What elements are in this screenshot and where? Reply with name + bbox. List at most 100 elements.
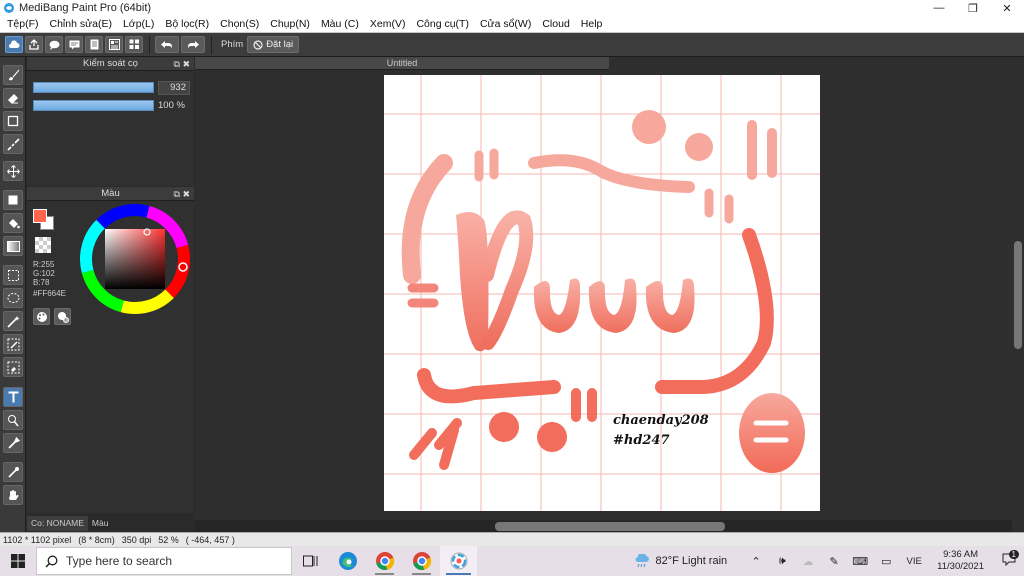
transparent-color-swatch[interactable] <box>35 237 51 253</box>
keyboard-icon[interactable]: ⌨ <box>849 555 871 568</box>
task-view-icon <box>302 555 317 567</box>
menu-color[interactable]: Màu (C) <box>316 18 365 30</box>
text-tool[interactable] <box>3 387 23 407</box>
brush-opacity-slider[interactable] <box>33 100 154 111</box>
canvas-cm-status: (8 * 8cm) <box>78 534 115 545</box>
hand-tool[interactable] <box>3 485 23 505</box>
menu-select[interactable]: Chọn(S) <box>215 18 265 30</box>
close-button[interactable]: ✕ <box>990 0 1024 16</box>
select-pen-icon <box>7 338 19 350</box>
comment-button[interactable] <box>45 36 63 53</box>
lasso-tool[interactable] <box>3 288 23 308</box>
chrome-profile-taskbar-button[interactable] <box>403 546 440 576</box>
panel-popout-close-icons[interactable]: ⧉ ✖ <box>174 57 190 71</box>
redo-button[interactable] <box>181 36 205 53</box>
menu-edit[interactable]: Chỉnh sửa(E) <box>45 18 118 30</box>
operation-tool[interactable] <box>3 410 23 430</box>
language-indicator[interactable]: VIE <box>901 556 927 567</box>
cloud-sync-button[interactable] <box>5 36 23 53</box>
chrome-icon <box>375 552 394 571</box>
palette-button[interactable] <box>33 308 50 325</box>
drawing-canvas[interactable]: chaenday208 #hd247 <box>384 75 820 511</box>
brush-size-value[interactable]: 932 <box>158 81 190 95</box>
color-wheel[interactable] <box>79 203 191 315</box>
select-tool[interactable] <box>3 265 23 285</box>
gradient-tool[interactable] <box>3 236 23 256</box>
select-pen-tool[interactable] <box>3 334 23 354</box>
palette-settings-button[interactable] <box>54 308 71 325</box>
menu-view[interactable]: Xem(V) <box>365 18 412 30</box>
eraser-icon <box>7 93 18 103</box>
share-button[interactable] <box>25 36 43 53</box>
edge-taskbar-button[interactable] <box>329 546 366 576</box>
windows-logo-icon <box>11 554 25 568</box>
medibang-taskbar-button[interactable] <box>440 546 477 576</box>
chevron-up-icon[interactable]: ⌃ <box>745 555 767 568</box>
panel-popout-close-icons[interactable]: ⧉ ✖ <box>174 187 190 201</box>
dot-brush-tool[interactable] <box>3 134 23 154</box>
notification-center-icon[interactable]: 1 <box>994 550 1024 569</box>
zoom-dropper-tool[interactable] <box>3 462 23 482</box>
menu-window[interactable]: Cửa sổ(W) <box>475 18 537 30</box>
eyedropper-tool[interactable] <box>3 433 23 453</box>
undo-button[interactable] <box>155 36 179 53</box>
task-view-button[interactable] <box>292 546 329 576</box>
color-tab[interactable]: Màu <box>88 516 113 531</box>
message-button[interactable] <box>65 36 83 53</box>
color-panel: Màu ⧉ ✖ R:255 G:102 B:78 #FF664E <box>27 187 194 513</box>
move-tool[interactable] <box>3 161 23 181</box>
vertical-scrollbar[interactable] <box>1012 71 1024 520</box>
horizontal-scrollbar[interactable] <box>195 520 1012 532</box>
minimize-button[interactable]: — <box>922 0 956 16</box>
shape-tool[interactable] <box>3 111 23 131</box>
window-title: MediBang Paint Pro (64bit) <box>19 2 152 14</box>
rgb-readout: R:255 G:102 B:78 <box>33 260 55 287</box>
bucket-tool[interactable] <box>3 213 23 233</box>
menu-snap[interactable]: Chụp(N) <box>265 18 316 30</box>
document-icon <box>90 39 98 50</box>
brush-panel-title: Kiểm soát cọ <box>83 58 138 69</box>
brush-tool[interactable] <box>3 65 23 85</box>
horizontal-scroll-thumb[interactable] <box>495 522 725 531</box>
status-bar: 1102 * 1102 pixel (8 * 8cm) 350 dpi 52 %… <box>0 532 1024 546</box>
document-tab[interactable]: Untitled <box>195 57 609 70</box>
menu-filter[interactable]: Bộ lọc(R) <box>160 18 215 30</box>
brush-size-slider[interactable] <box>33 82 154 93</box>
menu-file[interactable]: Tệp(F) <box>2 18 45 30</box>
weather-widget[interactable]: 82°F Light rain <box>634 554 727 568</box>
clock-date: 11/30/2021 <box>937 561 984 572</box>
medibang-app-icon <box>4 3 14 13</box>
fill-rect-tool[interactable] <box>3 190 23 210</box>
menu-layer[interactable]: Lớp(L) <box>118 18 160 30</box>
start-button[interactable] <box>0 546 36 576</box>
layout-button[interactable] <box>105 36 123 53</box>
speaker-icon[interactable]: 🕪 <box>771 555 793 568</box>
menu-help[interactable]: Help <box>576 18 609 30</box>
select-eraser-tool[interactable] <box>3 357 23 377</box>
reset-button[interactable]: Đặt lại <box>247 36 300 53</box>
document-button[interactable] <box>85 36 103 53</box>
foreground-color-swatch[interactable] <box>33 209 47 223</box>
pen-icon[interactable]: ✎ <box>823 555 845 568</box>
canvas-artwork: chaenday208 #hd247 <box>384 75 820 511</box>
restore-button[interactable]: ❐ <box>956 0 990 16</box>
vertical-scroll-thumb[interactable] <box>1014 241 1022 349</box>
brush-name-tab[interactable]: Co: NONAME <box>27 516 88 531</box>
red-value: R:255 <box>33 260 55 269</box>
menu-tools[interactable]: Công cụ(T) <box>411 18 475 30</box>
chrome-taskbar-button[interactable] <box>366 546 403 576</box>
search-icon <box>45 555 58 568</box>
eraser-tool[interactable] <box>3 88 23 108</box>
magic-wand-tool[interactable] <box>3 311 23 331</box>
onedrive-cloud-icon[interactable]: ☁ <box>797 555 819 568</box>
canvas-workarea: Untitled chaenday208 #hd247 <box>195 57 1024 532</box>
display-icon[interactable]: ▭ <box>875 555 897 568</box>
grid-button[interactable] <box>125 36 143 53</box>
cloud-icon <box>9 39 20 48</box>
clock[interactable]: 9:36 AM 11/30/2021 <box>937 549 984 573</box>
menu-cloud[interactable]: Cloud <box>537 18 575 30</box>
lettering-art <box>456 210 695 352</box>
palette-gear-icon <box>57 311 69 323</box>
taskbar-search-box[interactable]: Type here to search <box>36 547 292 575</box>
magic-wand-icon <box>6 315 19 328</box>
